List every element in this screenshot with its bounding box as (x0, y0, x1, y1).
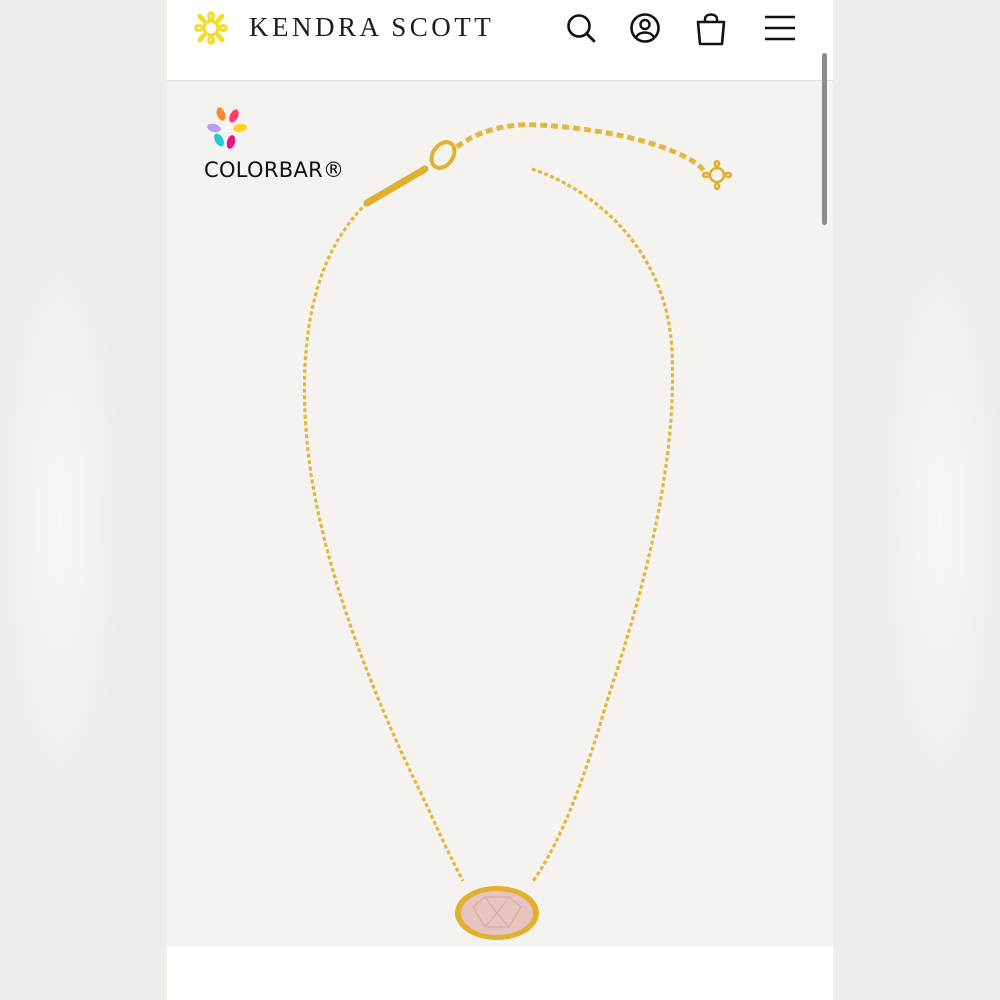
product-info-peek (167, 947, 833, 1000)
shopping-bag-button[interactable] (691, 8, 731, 48)
colorbar-petals-icon (207, 107, 247, 149)
search-icon (567, 14, 596, 43)
kendra-scott-filigree-icon[interactable] (185, 2, 237, 54)
scrollbar-thumb[interactable] (822, 53, 827, 225)
site-header: KENDRA SCOTT (167, 0, 833, 81)
colorbar-label[interactable]: COLORBAR® (204, 158, 344, 182)
account-icon (630, 13, 660, 43)
necklace-image (302, 122, 733, 940)
mobile-viewport: KENDRA SCOTT COLORBAR® (167, 0, 833, 1000)
search-button[interactable] (561, 8, 601, 48)
hamburger-menu-icon (765, 15, 795, 41)
brand-name[interactable]: KENDRA SCOTT (249, 12, 494, 43)
account-button[interactable] (625, 8, 665, 48)
menu-button[interactable] (760, 8, 800, 48)
pendant-stone (455, 886, 539, 940)
shopping-bag-icon (696, 13, 726, 46)
product-image[interactable]: COLORBAR® (167, 81, 827, 947)
